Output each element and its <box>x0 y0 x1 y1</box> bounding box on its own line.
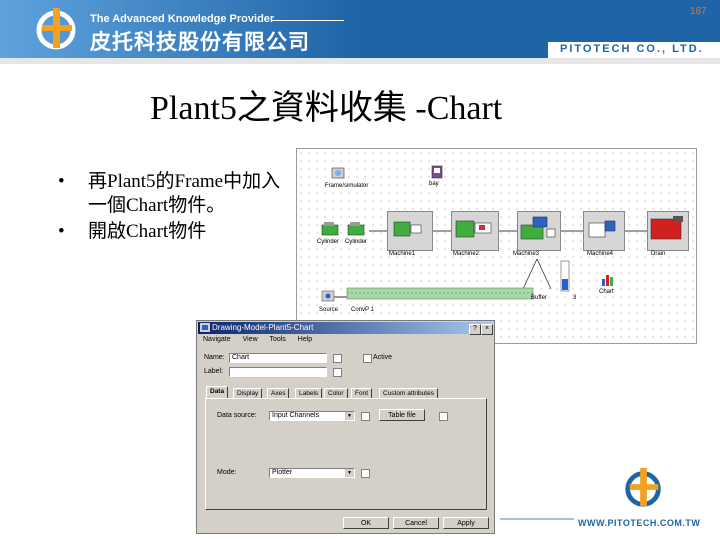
apply-button[interactable]: Apply <box>443 517 489 529</box>
bullet-item: • 開啟Chart物件 <box>58 220 298 244</box>
active-checkbox[interactable] <box>363 354 372 363</box>
name-checkbox[interactable] <box>333 354 342 363</box>
drain-label: Drain <box>651 251 666 257</box>
machine2-label: Machine2 <box>453 251 480 257</box>
machine4-icon <box>587 217 619 241</box>
menu-help[interactable]: Help <box>298 336 312 343</box>
menu-navigate[interactable]: Navigate <box>203 336 231 343</box>
bullet-item: • 再Plant5的Frame中加入一個Chart物件。 <box>58 170 298 218</box>
bullet-text: 開啟Chart物件 <box>88 221 207 242</box>
dropdown-arrow-icon[interactable]: ▼ <box>345 412 354 420</box>
cancel-button[interactable]: Cancel <box>393 517 439 529</box>
source-label: Source <box>319 307 339 313</box>
counter-label: 3 <box>573 295 577 301</box>
machine1-icon <box>393 219 423 239</box>
machine3-label: Machine3 <box>513 251 540 257</box>
website-url: WWW.PITOTECH.COM.TW <box>578 518 701 528</box>
chart-label: Chart <box>599 289 614 295</box>
data-source-value: Input Channels <box>272 412 320 419</box>
simulator-icon[interactable] <box>331 167 345 181</box>
mode-select[interactable]: Plotter ▼ <box>269 468 355 478</box>
simulator-label: Frame/simulator <box>325 183 369 189</box>
bullet-dot-icon: • <box>58 171 65 192</box>
footer-rule <box>500 518 574 520</box>
dialog-titlebar[interactable]: Drawing-Model-Plant5-Chart ? × <box>198 322 493 335</box>
close-button[interactable]: × <box>481 324 493 335</box>
header-banner: The Advanced Knowledge Provider 皮托科技股份有限… <box>0 0 720 58</box>
cylinder-label: Cylinder <box>317 239 340 245</box>
dialog-title: Drawing-Model-Plant5-Chart <box>212 323 314 332</box>
pitotech-logo-icon <box>36 8 76 50</box>
bullet-dot-icon: • <box>58 221 65 242</box>
bullet-list: • 再Plant5的Frame中加入一個Chart物件。 • 開啟Chart物件 <box>58 170 298 246</box>
table-file-button[interactable]: Table file <box>379 409 425 421</box>
active-label: Active <box>373 354 393 361</box>
menu-view[interactable]: View <box>243 336 258 343</box>
cylinder-icon[interactable] <box>347 221 365 237</box>
table-file-checkbox[interactable] <box>439 412 448 421</box>
company-english-name: The Advanced Knowledge Provider <box>90 13 275 25</box>
source-icon[interactable] <box>321 289 335 303</box>
mode-value: Plotter <box>272 469 293 476</box>
model-diagram: Frame/simulator bay Cylinder Cylinder Ma… <box>296 148 697 344</box>
dialog-app-icon <box>200 323 210 332</box>
menu-tools[interactable]: Tools <box>269 336 285 343</box>
page-number: 187 <box>690 6 707 17</box>
cylinder-icon[interactable] <box>321 221 339 237</box>
data-source-select[interactable]: Input Channels ▼ <box>269 411 355 421</box>
ok-button[interactable]: OK <box>343 517 389 529</box>
mode-label: Mode: <box>217 469 237 476</box>
data-source-label: Data source: <box>217 412 257 419</box>
bullet-text: 再Plant5的Frame中加入一個Chart物件。 <box>88 171 281 216</box>
machine2-icon <box>455 217 493 241</box>
banner-underline <box>0 58 720 64</box>
header-rule <box>272 20 344 21</box>
label-checkbox[interactable] <box>333 368 342 377</box>
conveyor-label: ConvP 1 <box>351 307 374 313</box>
pitotech-footer-logo-icon <box>625 467 661 507</box>
slide-title: Plant5之資料收集 -Chart <box>150 90 503 127</box>
machine3-icon <box>519 215 557 243</box>
bay-icon[interactable] <box>431 165 443 179</box>
brand-name: PITOTECH CO., LTD. <box>560 43 704 55</box>
drain-icon <box>649 215 685 241</box>
help-button[interactable]: ? <box>469 324 481 335</box>
name-label: Name: <box>204 354 225 361</box>
dropdown-arrow-icon[interactable]: ▼ <box>345 469 354 477</box>
chart-properties-dialog: Drawing-Model-Plant5-Chart ? × Navigate … <box>196 320 495 534</box>
label-field[interactable] <box>229 367 327 377</box>
data-source-checkbox[interactable] <box>361 412 370 421</box>
bay-label: bay <box>429 181 439 187</box>
chart-icon[interactable] <box>601 271 615 287</box>
buffer-label: Buffer <box>531 295 547 301</box>
company-chinese-name: 皮托科技股份有限公司 <box>90 30 310 54</box>
name-field[interactable]: Chart <box>229 353 327 363</box>
dialog-menubar: Navigate View Tools Help <box>203 336 322 343</box>
machine1-label: Machine1 <box>389 251 416 257</box>
mode-checkbox[interactable] <box>361 469 370 478</box>
label-label: Label: <box>204 368 224 375</box>
cylinder-label: Cylinder <box>345 239 368 245</box>
machine4-label: Machine4 <box>587 251 614 257</box>
